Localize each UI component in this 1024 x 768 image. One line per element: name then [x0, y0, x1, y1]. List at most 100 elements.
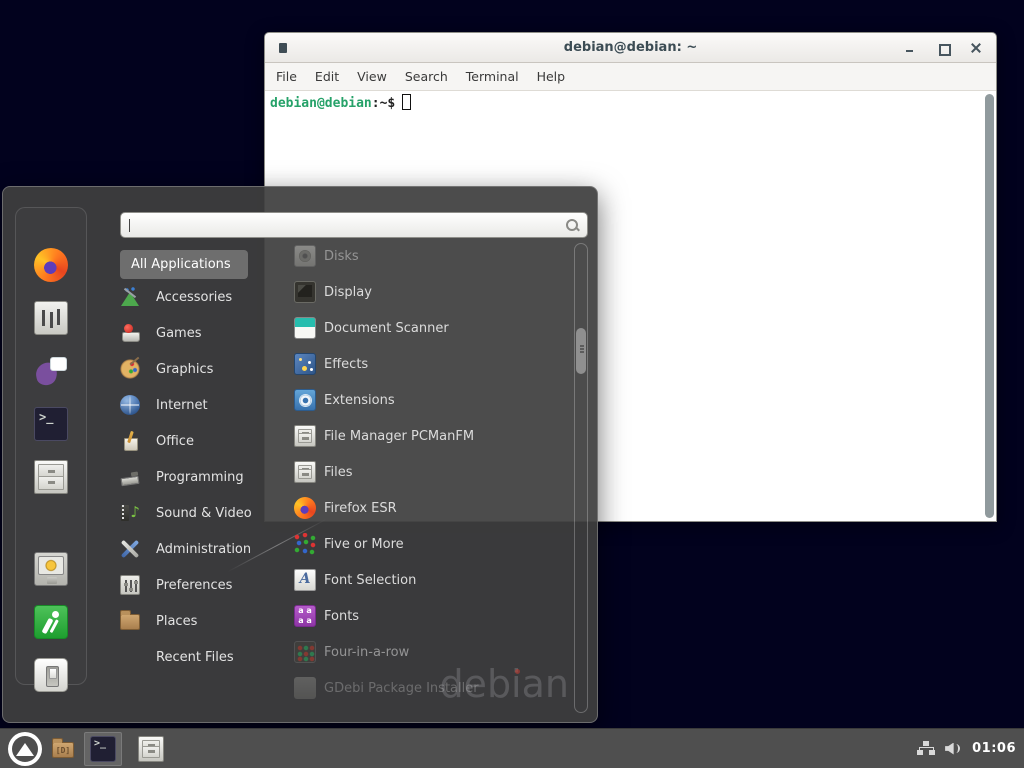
pidgin-icon[interactable]: [34, 354, 68, 388]
clock[interactable]: 01:06: [972, 741, 1016, 756]
extensions-gear-icon: [294, 389, 316, 411]
file-cabinet-icon: [138, 736, 164, 762]
category-list: All Applications Accessories Games Graph…: [99, 250, 265, 675]
graphics-icon: [120, 359, 140, 379]
category-office[interactable]: Office: [99, 423, 265, 459]
app-files[interactable]: Files: [265, 454, 560, 490]
effects-icon: [294, 353, 316, 375]
app-four-in-a-row[interactable]: Four-in-a-row: [265, 634, 560, 670]
app-file-manager-pcmanfm[interactable]: File Manager PCManFM: [265, 418, 560, 454]
file-cabinet-icon: [294, 461, 316, 483]
taskbar: 01:06: [0, 728, 1024, 768]
control-center-icon[interactable]: [34, 301, 68, 335]
category-label: Programming: [156, 470, 244, 485]
taskbar-files-button[interactable]: [132, 732, 170, 766]
network-icon[interactable]: [917, 741, 935, 756]
app-firefox-esr[interactable]: Firefox ESR: [265, 490, 560, 526]
app-five-or-more[interactable]: Five or More: [265, 526, 560, 562]
terminal-titlebar[interactable]: debian@debian: ~: [265, 33, 996, 63]
app-gdebi-package-installer[interactable]: GDebi Package Installer: [265, 670, 560, 706]
log-out-icon[interactable]: [34, 605, 68, 639]
terminal-menubar: File Edit View Search Terminal Help: [265, 63, 996, 91]
display-icon: [294, 281, 316, 303]
close-button[interactable]: [964, 38, 988, 58]
file-cabinet-icon: [294, 425, 316, 447]
terminal-icon[interactable]: [34, 407, 68, 441]
app-label: Fonts: [324, 609, 359, 624]
menu-help[interactable]: Help: [528, 69, 575, 84]
app-label: Display: [324, 285, 372, 300]
category-sound-video[interactable]: Sound & Video: [99, 495, 265, 531]
app-document-scanner[interactable]: Document Scanner: [265, 310, 560, 346]
app-label: Files: [324, 465, 353, 480]
app-label: Document Scanner: [324, 321, 449, 336]
scrollbar-thumb[interactable]: [576, 328, 586, 374]
application-menu: debian All Applications Accessories Game…: [2, 186, 598, 723]
icon-placeholder: [120, 647, 140, 667]
five-or-more-icon: [294, 533, 316, 555]
app-list-scrollbar[interactable]: [574, 243, 588, 713]
screensaver-lock-icon[interactable]: [34, 552, 68, 586]
app-font-selection[interactable]: Font Selection: [265, 562, 560, 598]
app-label: Five or More: [324, 537, 404, 552]
search-input[interactable]: [132, 215, 566, 235]
app-display[interactable]: Display: [265, 274, 560, 310]
internet-globe-icon: [120, 395, 140, 415]
app-fonts[interactable]: Fonts: [265, 598, 560, 634]
category-label: Internet: [156, 398, 208, 413]
search-box[interactable]: [120, 212, 588, 238]
category-label: Administration: [156, 542, 251, 557]
application-list: Disks Display Document Scanner Effects E…: [265, 238, 560, 706]
category-accessories[interactable]: Accessories: [99, 279, 265, 315]
document-scanner-icon: [294, 317, 316, 339]
category-preferences[interactable]: Preferences: [99, 567, 265, 603]
file-manager-icon[interactable]: [34, 460, 68, 494]
search-icon: [566, 219, 579, 232]
volume-icon[interactable]: [945, 742, 962, 756]
app-label: Extensions: [324, 393, 395, 408]
taskbar-tray: 01:06: [917, 741, 1016, 756]
window-title: debian@debian: ~: [265, 40, 996, 55]
app-label: Firefox ESR: [324, 501, 397, 516]
terminal-scrollbar[interactable]: [985, 94, 994, 518]
category-games[interactable]: Games: [99, 315, 265, 351]
menu-edit[interactable]: Edit: [306, 69, 348, 84]
category-all-applications[interactable]: All Applications: [120, 250, 248, 279]
terminal-icon: [90, 736, 116, 762]
prompt-suffix: :~$: [372, 96, 395, 111]
app-extensions[interactable]: Extensions: [265, 382, 560, 418]
app-label: Effects: [324, 357, 368, 372]
taskbar-left: [8, 732, 170, 766]
app-disks[interactable]: Disks: [265, 238, 560, 274]
gdebi-icon: [294, 677, 316, 699]
shut-down-icon[interactable]: [34, 658, 68, 692]
disks-icon: [294, 245, 316, 267]
category-internet[interactable]: Internet: [99, 387, 265, 423]
category-recent-files[interactable]: Recent Files: [99, 639, 265, 675]
category-programming[interactable]: Programming: [99, 459, 265, 495]
show-desktop-folder-icon[interactable]: [52, 742, 74, 758]
app-label: Font Selection: [324, 573, 416, 588]
category-label: Graphics: [156, 362, 213, 377]
fonts-icon: [294, 605, 316, 627]
taskbar-terminal-button[interactable]: [84, 732, 122, 766]
programming-icon: [120, 467, 140, 487]
firefox-icon[interactable]: [34, 248, 68, 282]
app-effects[interactable]: Effects: [265, 346, 560, 382]
category-administration[interactable]: Administration: [99, 531, 265, 567]
minimize-button[interactable]: [898, 38, 922, 58]
menu-file[interactable]: File: [267, 69, 306, 84]
menu-view[interactable]: View: [348, 69, 396, 84]
category-label: Preferences: [156, 578, 232, 593]
category-graphics[interactable]: Graphics: [99, 351, 265, 387]
category-places[interactable]: Places: [99, 603, 265, 639]
maximize-button[interactable]: [931, 38, 955, 58]
category-label: Games: [156, 326, 201, 341]
office-icon: [120, 431, 140, 451]
menu-terminal[interactable]: Terminal: [457, 69, 528, 84]
prompt-user-host: debian@debian: [270, 96, 372, 111]
menu-search[interactable]: Search: [396, 69, 457, 84]
sound-video-icon: [120, 503, 140, 523]
menu-button[interactable]: [8, 732, 42, 766]
text-caret: [129, 219, 130, 232]
